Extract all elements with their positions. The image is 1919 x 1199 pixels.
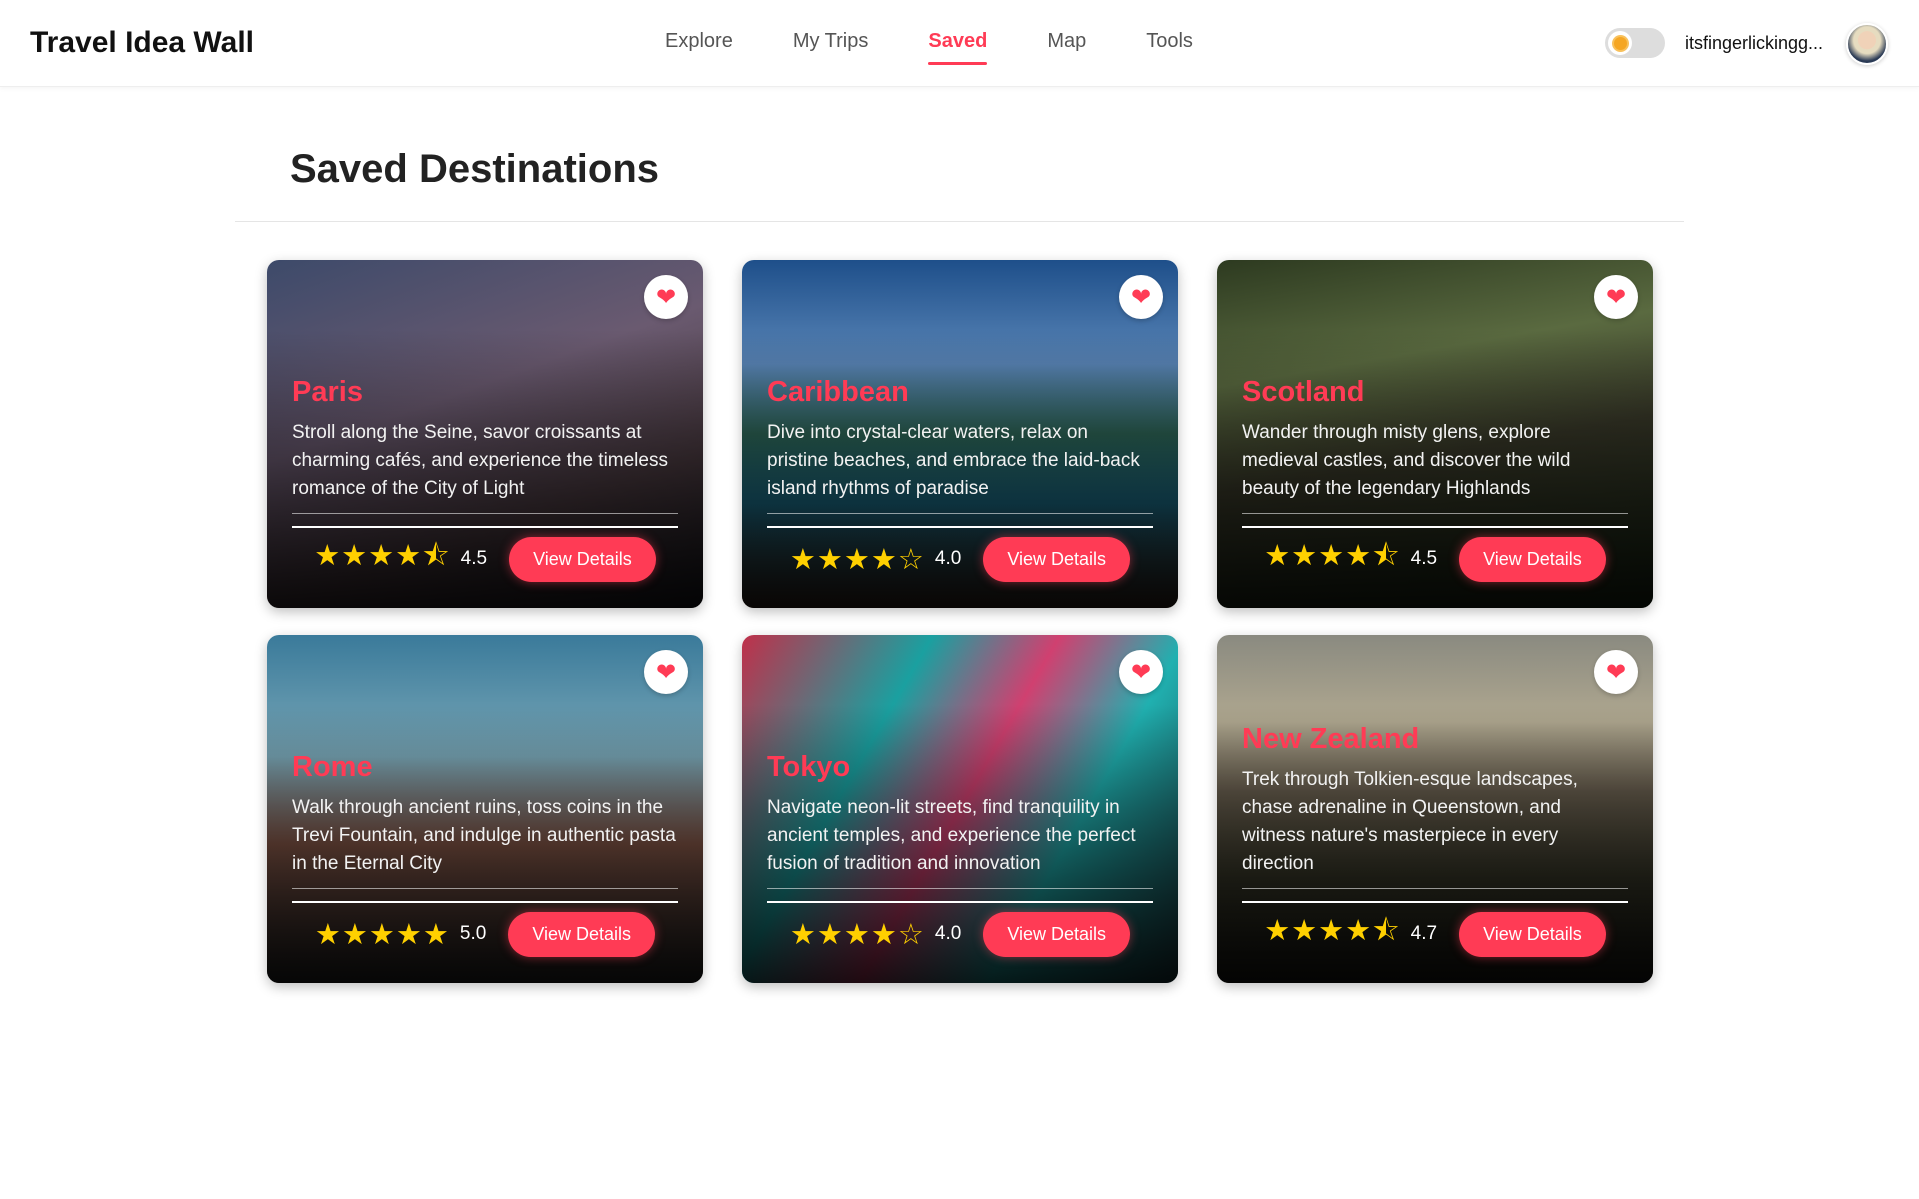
- star-rating-icon: ★★★★⯪: [1264, 539, 1401, 572]
- view-details-button[interactable]: View Details: [1459, 911, 1606, 957]
- card-content: Paris Stroll along the Seine, savor croi…: [292, 376, 678, 608]
- rating-value: 4.5: [460, 548, 488, 569]
- nav-saved[interactable]: Saved: [928, 30, 987, 65]
- view-details-button[interactable]: View Details: [509, 536, 656, 582]
- card-content: Rome Walk through ancient ruins, toss co…: [292, 751, 678, 983]
- rating-value: 5.0: [459, 923, 487, 944]
- divider: [235, 221, 1684, 222]
- avatar[interactable]: [1846, 23, 1888, 65]
- destination-description: Walk through ancient ruins, toss coins i…: [292, 794, 678, 889]
- destination-description: Trek through Tolkien-esque landscapes, c…: [1242, 766, 1628, 889]
- star-rating-icon: ★★★★☆: [789, 543, 925, 576]
- card-footer: ★★★★⯪ 4.7 View Details: [1242, 911, 1628, 983]
- card-footer: ★★★★⯪ 4.5 View Details: [292, 536, 678, 608]
- destination-description: Stroll along the Seine, savor croissants…: [292, 419, 678, 514]
- card-footer: ★★★★☆ 4.0 View Details: [767, 911, 1153, 983]
- star-rating-icon: ★★★★★: [314, 918, 450, 951]
- destination-card: ❤ Scotland Wander through misty glens, e…: [1217, 260, 1653, 608]
- view-details-button[interactable]: View Details: [983, 911, 1131, 957]
- heart-icon[interactable]: ❤: [1119, 650, 1163, 694]
- view-details-button[interactable]: View Details: [508, 911, 656, 957]
- heart-icon[interactable]: ❤: [1594, 650, 1638, 694]
- card-content: New Zealand Trek through Tolkien-esque l…: [1242, 723, 1628, 983]
- card-content: Tokyo Navigate neon-lit streets, find tr…: [767, 751, 1153, 983]
- username[interactable]: itsfingerlickingg...: [1685, 33, 1823, 54]
- heart-icon[interactable]: ❤: [644, 275, 688, 319]
- sun-icon: [1613, 36, 1627, 50]
- heart-icon[interactable]: ❤: [644, 650, 688, 694]
- card-footer: ★★★★★ 5.0 View Details: [292, 911, 678, 983]
- nav-tools[interactable]: Tools: [1146, 30, 1193, 65]
- rating-value: 4.5: [1410, 548, 1438, 569]
- destination-card: ❤ Tokyo Navigate neon-lit streets, find …: [742, 635, 1178, 983]
- nav-map[interactable]: Map: [1047, 30, 1086, 65]
- card-footer: ★★★★☆ 4.0 View Details: [767, 536, 1153, 608]
- heart-icon[interactable]: ❤: [1594, 275, 1638, 319]
- toggle-knob: [1608, 31, 1632, 55]
- destination-name: Paris: [292, 376, 363, 408]
- brand-logo[interactable]: Travel Idea Wall: [30, 26, 254, 60]
- card-divider: [1242, 901, 1628, 903]
- destination-description: Wander through misty glens, explore medi…: [1242, 419, 1628, 514]
- card-content: Scotland Wander through misty glens, exp…: [1242, 376, 1628, 608]
- card-footer: ★★★★⯪ 4.5 View Details: [1242, 536, 1628, 608]
- heart-icon[interactable]: ❤: [1119, 275, 1163, 319]
- nav-my-trips[interactable]: My Trips: [793, 30, 869, 65]
- top-nav-bar: Travel Idea Wall Explore My Trips Saved …: [0, 0, 1919, 87]
- card-divider: [767, 526, 1153, 528]
- destination-name: Tokyo: [767, 751, 851, 783]
- card-divider: [1242, 526, 1628, 528]
- destination-card: ❤ Paris Stroll along the Seine, savor cr…: [267, 260, 703, 608]
- card-divider: [292, 901, 678, 903]
- destination-name: Rome: [292, 751, 373, 783]
- star-rating-icon: ★★★★⯪: [314, 539, 451, 572]
- destination-name: Caribbean: [767, 376, 909, 408]
- rating-value: 4.0: [934, 548, 962, 569]
- card-content: Caribbean Dive into crystal-clear waters…: [767, 376, 1153, 608]
- rating-value: 4.7: [1410, 923, 1438, 944]
- rating-value: 4.0: [934, 923, 962, 944]
- view-details-button[interactable]: View Details: [983, 536, 1131, 582]
- view-details-button[interactable]: View Details: [1459, 536, 1606, 582]
- card-divider: [292, 526, 678, 528]
- destination-card: ❤ Rome Walk through ancient ruins, toss …: [267, 635, 703, 983]
- main-nav: Explore My Trips Saved Map Tools: [665, 30, 1253, 65]
- star-rating-icon: ★★★★⯪: [1264, 914, 1401, 947]
- destination-card: ❤ Caribbean Dive into crystal-clear wate…: [742, 260, 1178, 608]
- destination-card: ❤ New Zealand Trek through Tolkien-esque…: [1217, 635, 1653, 983]
- nav-explore[interactable]: Explore: [665, 30, 733, 65]
- destination-description: Dive into crystal-clear waters, relax on…: [767, 419, 1153, 514]
- theme-toggle[interactable]: [1605, 28, 1665, 58]
- destination-name: Scotland: [1242, 376, 1365, 408]
- destination-description: Navigate neon-lit streets, find tranquil…: [767, 794, 1153, 889]
- page-title: Saved Destinations: [290, 147, 660, 191]
- star-rating-icon: ★★★★☆: [789, 918, 925, 951]
- destination-name: New Zealand: [1242, 723, 1420, 755]
- card-divider: [767, 901, 1153, 903]
